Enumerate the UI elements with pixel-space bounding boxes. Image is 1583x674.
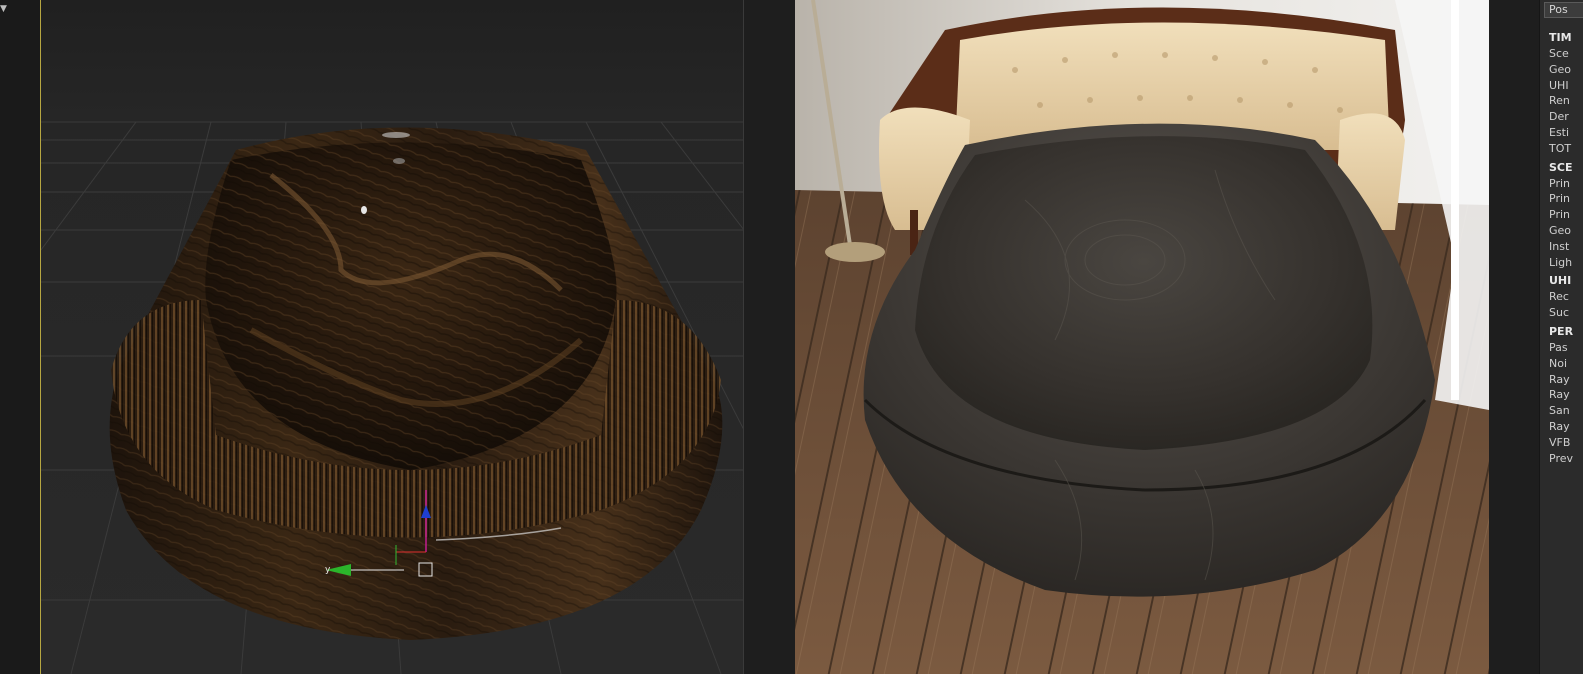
render-preview[interactable] [795,0,1489,674]
stat-row: Sce [1549,47,1569,60]
app-window: ▼ y Pos TIM Sce Geo UHI Ren Der Esti TOT… [0,0,1583,674]
stat-row: Noi [1549,356,1568,370]
stat-row: Geo [1549,223,1572,237]
stat-row: Ray [1549,388,1570,402]
stat-row: Rec [1549,290,1569,304]
stat-row: Prin [1549,192,1570,206]
3d-viewport[interactable]: y [40,0,743,674]
stat-row: Inst [1549,239,1570,253]
stats-list: TIM Sce Geo UHI Ren Der Esti TOT SCE Pri… [1549,30,1583,466]
stat-row: Ren [1549,94,1570,108]
stats-tab[interactable]: Pos [1544,2,1583,18]
rendered-bathtub-basin [915,136,1373,450]
axis-label-y: y [325,565,331,575]
left-toolbar: ▼ [0,0,40,674]
stat-row: Der [1549,110,1569,124]
stat-row: TOT [1549,141,1572,155]
section-header-scene: SCE [1549,160,1573,174]
panel-gap [744,0,795,674]
render-scene [795,0,1489,674]
stat-row: Suc [1549,306,1570,320]
panel-gap [1489,0,1539,674]
stat-row: Geo [1549,62,1572,76]
stat-row: Prev [1549,451,1573,465]
stat-row: UHI [1549,78,1569,92]
section-header-uhi: UHI [1549,274,1572,288]
stat-row: Prin [1549,208,1570,222]
stat-row: Esti [1549,125,1570,139]
stat-row: VFB [1549,435,1571,449]
viewport-scene: y [41,121,743,674]
stat-row: Ligh [1549,255,1573,269]
stat-row: Ray [1549,372,1570,386]
stat-row: Pas [1549,340,1568,354]
stat-row: Ray [1549,419,1570,433]
section-header-performance: PER [1549,324,1574,338]
section-header-time: TIM [1549,31,1572,44]
stat-row: Prin [1549,176,1570,190]
collapse-arrow-icon[interactable]: ▼ [0,4,7,14]
stat-row: San [1549,404,1570,418]
stats-panel: Pos TIM Sce Geo UHI Ren Der Esti TOT SCE… [1539,0,1583,674]
